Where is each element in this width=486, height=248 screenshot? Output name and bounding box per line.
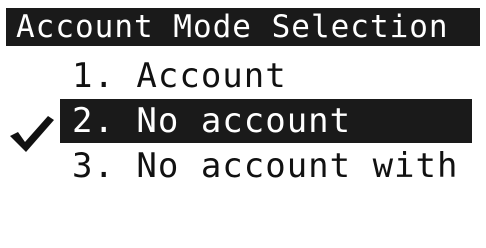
screen-title: Account Mode Selection bbox=[16, 9, 449, 45]
menu-item-label: 1. Account bbox=[72, 56, 287, 96]
title-bar: Account Mode Selection bbox=[6, 8, 480, 46]
device-screen: Account Mode Selection 1. Account 2. No … bbox=[0, 0, 486, 248]
menu-item-no-account-with[interactable]: 3. No account with ... bbox=[60, 144, 472, 188]
menu-item-label: 3. No account with ... bbox=[72, 146, 472, 186]
menu-item-account[interactable]: 1. Account bbox=[60, 54, 472, 98]
menu-item-no-account[interactable]: 2. No account bbox=[60, 99, 472, 143]
menu-item-label: 2. No account bbox=[72, 101, 352, 141]
checkmark-icon bbox=[10, 116, 54, 152]
